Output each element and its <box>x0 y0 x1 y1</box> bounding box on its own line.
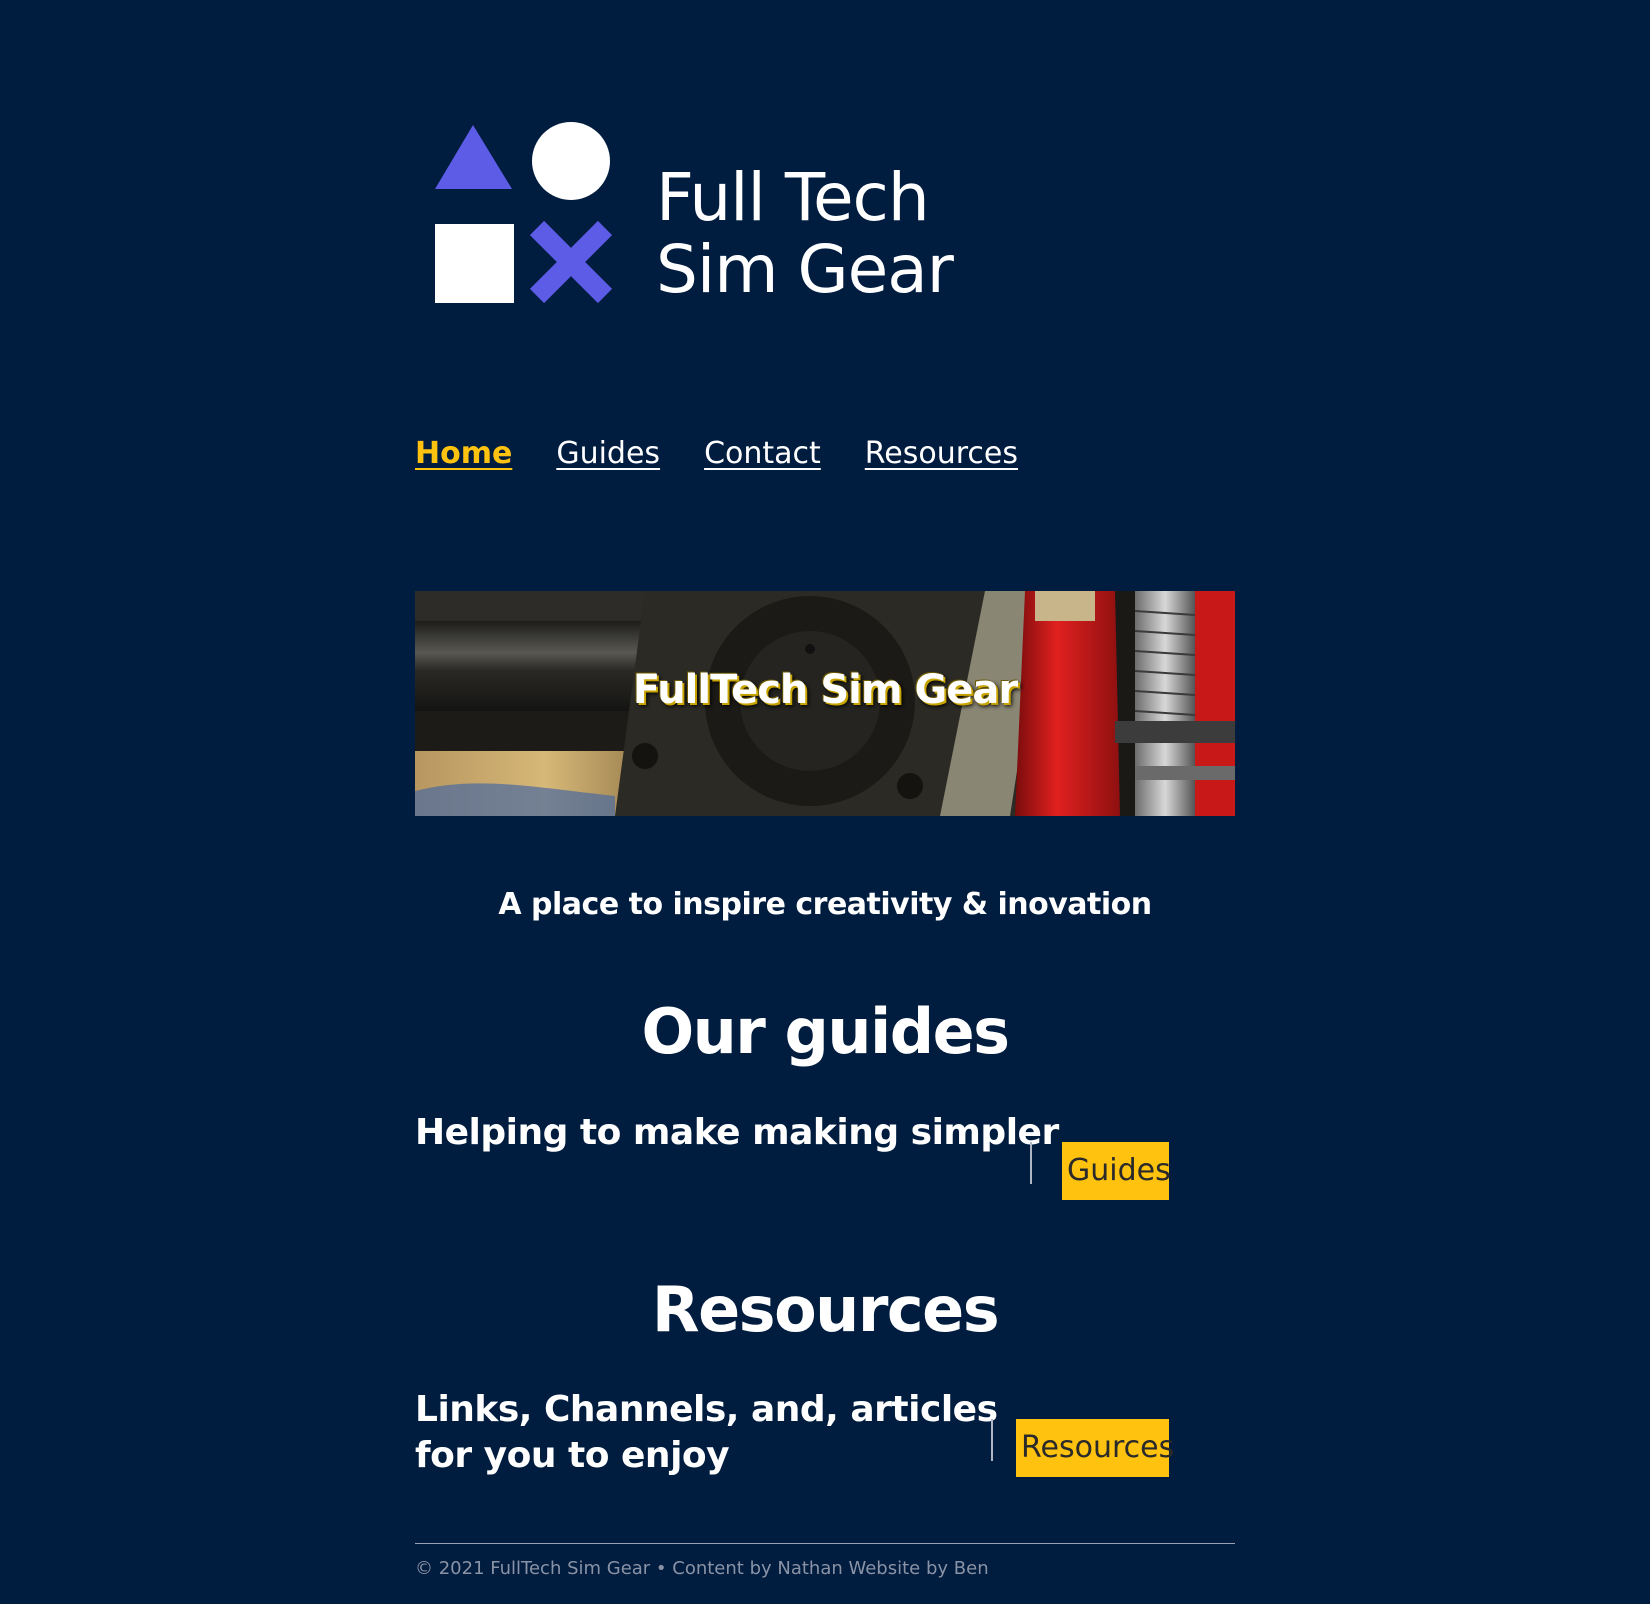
logo-line-2: Sim Gear <box>656 231 954 308</box>
nav-resources[interactable]: Resources <box>865 436 1018 486</box>
resources-text-line-2: for you to enjoy <box>415 1435 730 1476</box>
nav-guides[interactable]: Guides <box>556 436 660 486</box>
square-icon <box>435 224 514 303</box>
nav-home[interactable]: Home <box>415 436 512 486</box>
nav-contact[interactable]: Contact <box>704 436 821 486</box>
resources-divider <box>991 1419 993 1461</box>
guides-button[interactable]: Guides <box>1062 1142 1171 1200</box>
resources-button[interactable]: Resources <box>1016 1419 1174 1477</box>
main-nav: Home Guides Contact Resources <box>415 436 1018 486</box>
guides-text: Helping to make making simpler <box>415 1112 1059 1153</box>
site-logo[interactable]: Full Tech Sim Gear <box>435 122 955 307</box>
circle-icon <box>532 122 610 200</box>
triangle-icon <box>435 125 512 189</box>
footer-text: © 2021 FullTech Sim Gear • Content by Na… <box>415 1558 989 1579</box>
logo-line-1: Full Tech <box>656 159 930 236</box>
logo-shapes-icon <box>435 122 613 304</box>
logo-text: Full Tech Sim Gear <box>656 159 954 308</box>
resources-text-line-1: Links, Channels, and, articles <box>415 1389 998 1430</box>
footer-divider <box>415 1543 1235 1544</box>
guides-heading: Our guides <box>641 995 1010 1068</box>
cross-icon <box>529 220 613 304</box>
resources-text: Links, Channels, and, articles for you t… <box>415 1387 998 1479</box>
hero-banner: FullTech Sim Gear <box>415 591 1235 816</box>
guides-divider <box>1030 1142 1032 1184</box>
hero-title: FullTech Sim Gear <box>632 667 1018 713</box>
tagline: A place to inspire creativity & inovatio… <box>498 887 1152 922</box>
resources-heading: Resources <box>651 1273 1000 1346</box>
